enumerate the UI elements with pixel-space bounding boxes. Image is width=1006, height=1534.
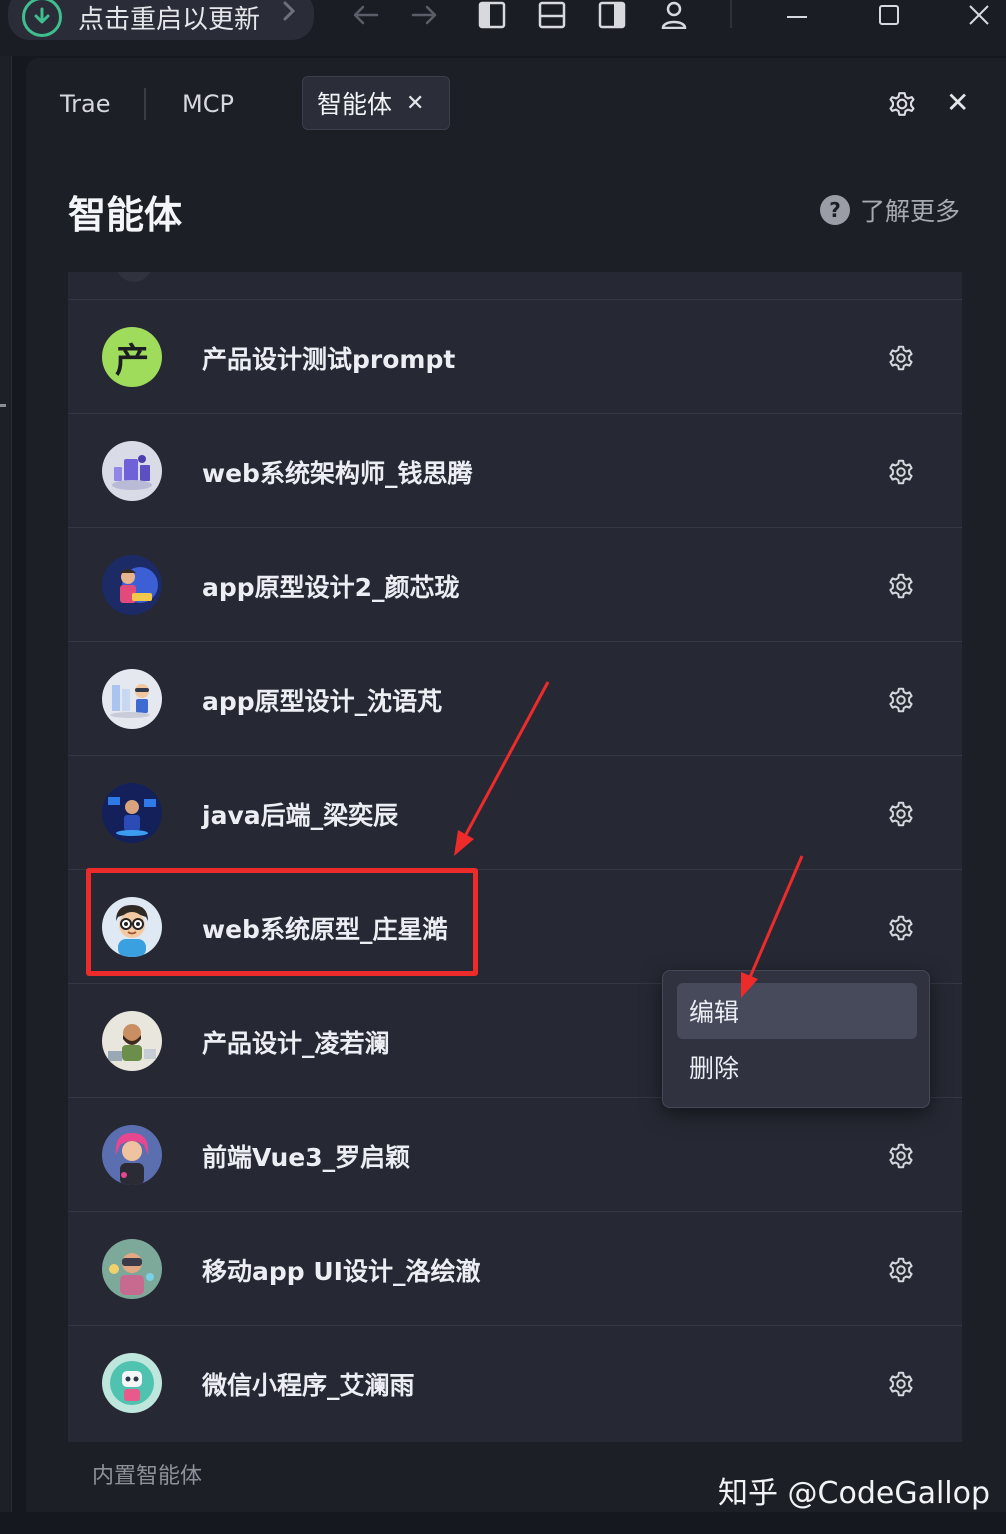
prototype-avatar-icon — [102, 669, 162, 729]
tab-divider — [144, 88, 146, 120]
layout-left-icon[interactable] — [476, 0, 508, 30]
settings-gear-icon[interactable] — [886, 88, 918, 124]
agent-context-menu: 编辑 删除 — [662, 970, 930, 1108]
avatar: 产 — [102, 327, 162, 387]
agent-settings-gear-icon[interactable] — [886, 913, 916, 947]
list-item-agent[interactable]: java后端_梁奕辰 — [68, 756, 962, 870]
list-item-agent[interactable]: app原型设计_沈语芃 — [68, 642, 962, 756]
download-icon — [22, 0, 62, 37]
agent-name: 移动app UI设计_洛绘澈 — [202, 1257, 481, 1286]
list-item-agent[interactable]: 移动app UI设计_洛绘澈 — [68, 1212, 962, 1326]
list-item-agent[interactable]: app原型设计2_颜芯珑 — [68, 528, 962, 642]
panel-tabs: Trae MCP 智能体 ✕ ✕ — [26, 58, 1006, 158]
minimize-icon[interactable] — [782, 0, 812, 30]
agent-settings-gear-icon[interactable] — [886, 343, 916, 377]
page-title: 智能体 — [68, 193, 183, 237]
vr-avatar-icon — [102, 1239, 162, 1299]
agent-settings-gear-icon[interactable] — [886, 1369, 916, 1403]
agent-list: 产 产品设计测试prompt web系统架构师_钱思腾 app原型设计2_颜芯珑 — [68, 272, 962, 1442]
chevron-right-icon — [282, 0, 296, 26]
agent-settings-gear-icon[interactable] — [886, 571, 916, 605]
agent-settings-gear-icon[interactable] — [886, 1255, 916, 1289]
layout-right-icon[interactable] — [596, 0, 628, 30]
agent-name: app原型设计_沈语芃 — [202, 687, 443, 716]
agent-name: 前端Vue3_罗启颖 — [202, 1143, 411, 1172]
agents-panel: Trae MCP 智能体 ✕ ✕ 智能体 ? 了解更多 产 产品设计测试prom… — [26, 58, 1006, 1534]
agent-name: 微信小程序_艾澜雨 — [202, 1371, 415, 1400]
forward-arrow-icon[interactable] — [408, 0, 442, 30]
tab-agents-label: 智能体 — [317, 90, 393, 119]
edit-menu-item[interactable]: 编辑 — [677, 983, 917, 1039]
list-item-agent[interactable]: 前端Vue3_罗启颖 — [68, 1098, 962, 1212]
back-arrow-icon[interactable] — [348, 0, 382, 30]
title-bar: 点击重启以更新 — [0, 0, 1006, 56]
agent-name: 产品设计测试prompt — [202, 345, 456, 374]
robot-avatar-icon — [102, 1353, 162, 1413]
annotation-highlight-box — [86, 868, 478, 976]
agent-settings-gear-icon[interactable] — [886, 1141, 916, 1175]
learn-more-label: 了解更多 — [860, 197, 961, 226]
agent-name: java后端_梁奕辰 — [202, 801, 399, 830]
status-strip — [0, 1512, 1006, 1534]
titlebar-divider — [730, 0, 732, 28]
learn-more-link[interactable]: ? 了解更多 — [820, 192, 960, 228]
agent-settings-gear-icon[interactable] — [886, 457, 916, 491]
architect-avatar-icon — [102, 441, 162, 501]
tab-agents[interactable]: 智能体 ✕ — [302, 76, 450, 130]
list-item-partial — [68, 272, 962, 300]
agent-settings-gear-icon[interactable] — [886, 799, 916, 833]
builtin-agents-section-label: 内置智能体 — [92, 1464, 203, 1489]
panel-close-icon[interactable]: ✕ — [946, 86, 969, 119]
agent-name: app原型设计2_颜芯珑 — [202, 573, 460, 602]
agent-name: web系统架构师_钱思腾 — [202, 459, 473, 488]
account-icon[interactable] — [658, 0, 690, 30]
tab-mcp[interactable]: MCP — [182, 90, 234, 118]
list-item-agent[interactable]: 产 产品设计测试prompt — [68, 300, 962, 414]
bearded-man-avatar-icon — [102, 1011, 162, 1071]
update-label: 点击重启以更新 — [78, 4, 261, 35]
agent-settings-gear-icon[interactable] — [886, 685, 916, 719]
layout-bottom-icon[interactable] — [536, 0, 568, 30]
restart-to-update-button[interactable]: 点击重启以更新 — [8, 0, 314, 40]
list-item-agent[interactable]: 微信小程序_艾澜雨 — [68, 1326, 962, 1440]
maximize-icon[interactable] — [874, 0, 904, 30]
developer-avatar-icon — [102, 783, 162, 843]
avatar-initial: 产 — [115, 340, 149, 381]
pink-hair-avatar-icon — [102, 1125, 162, 1185]
designer-avatar-icon — [102, 555, 162, 615]
left-activity-strip — [0, 56, 12, 1534]
agent-name: 产品设计_凌若澜 — [202, 1029, 390, 1058]
delete-menu-item[interactable]: 删除 — [677, 1039, 917, 1095]
watermark: 知乎 @CodeGallop — [718, 1476, 991, 1511]
close-icon[interactable] — [964, 0, 994, 30]
list-item-agent[interactable]: web系统架构师_钱思腾 — [68, 414, 962, 528]
tab-trae[interactable]: Trae — [60, 90, 110, 118]
help-icon: ? — [820, 195, 850, 225]
tab-close-icon[interactable]: ✕ — [406, 91, 424, 116]
